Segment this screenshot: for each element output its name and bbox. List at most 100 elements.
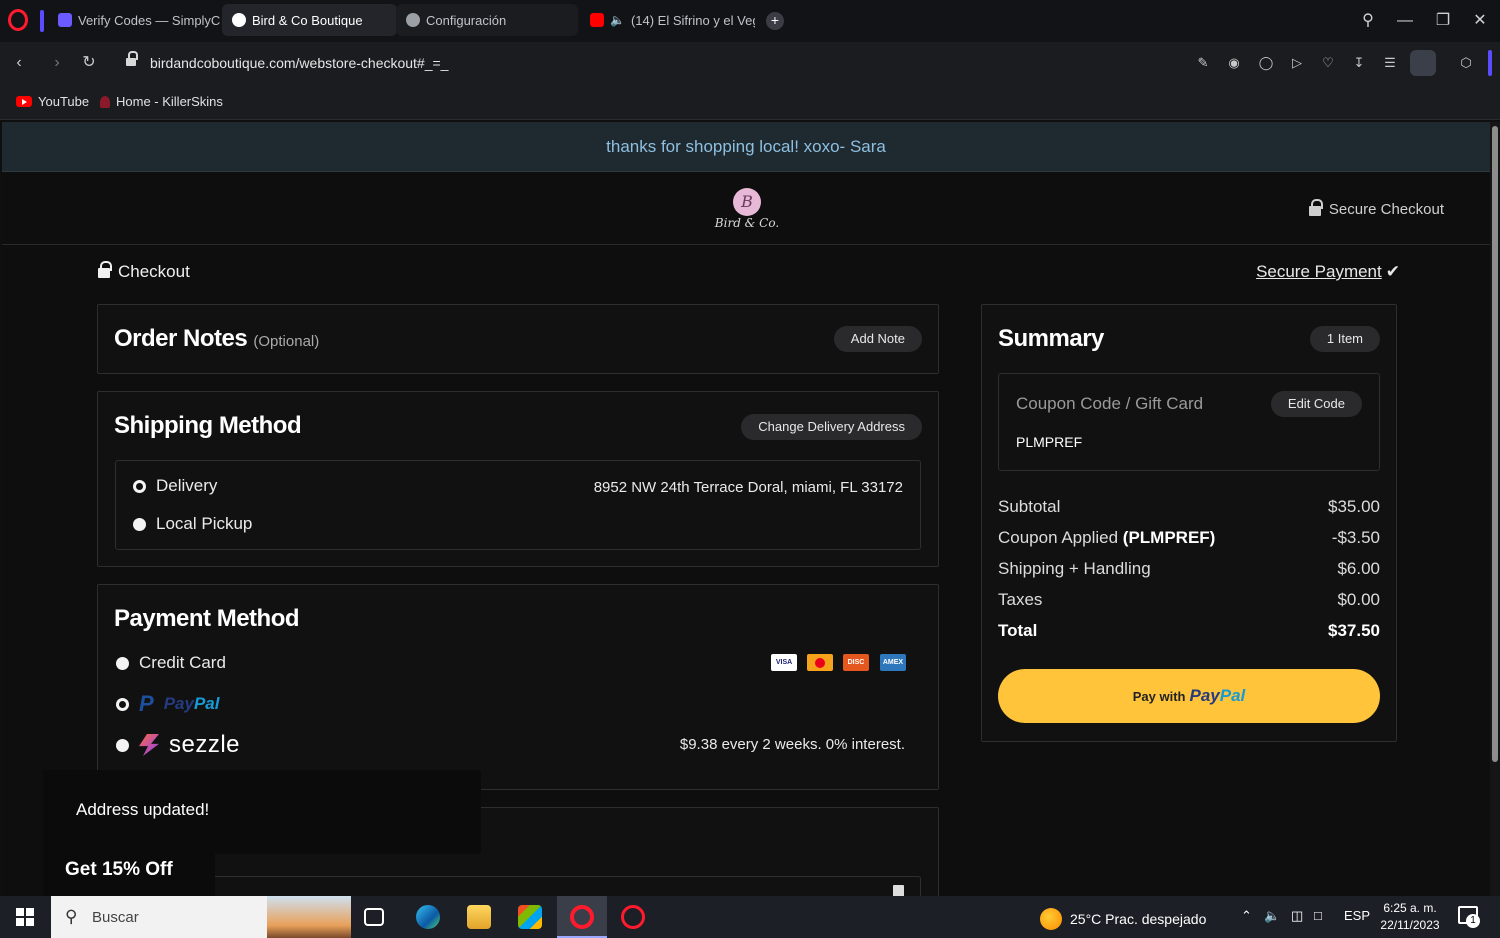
delivery-address: 8952 NW 24th Terrace Doral, miami, FL 33… <box>593 479 903 496</box>
taskbar-clock[interactable]: 6:25 a. m. 22/11/2023 <box>1372 900 1448 934</box>
payment-method-heading: Payment Method <box>114 605 300 632</box>
summary-row-total: Total $37.50 <box>998 621 1380 641</box>
option-label: Credit Card <box>139 653 226 672</box>
network-icon[interactable]: □ <box>1314 908 1322 923</box>
coupon-box: Coupon Code / Gift Card Edit Code PLMPRE… <box>998 373 1380 471</box>
coupon-input[interactable]: Coupon Code / Gift Card <box>1016 394 1203 414</box>
windows-start-icon[interactable] <box>16 908 34 926</box>
secure-payment-link[interactable]: Secure Payment ✔ <box>1256 262 1400 282</box>
lock-icon <box>98 260 112 280</box>
payment-option-credit-card[interactable]: Credit Card <box>116 653 226 673</box>
trash-icon[interactable] <box>893 885 904 896</box>
checkout-heading: Checkout <box>98 260 190 282</box>
summary-heading: Summary <box>998 325 1104 352</box>
opera-icon[interactable] <box>570 905 594 929</box>
total-label: Total <box>998 621 1038 640</box>
shield-icon[interactable]: ◯ <box>1257 54 1275 72</box>
taskbar-search[interactable]: ⚲ Buscar <box>51 896 351 938</box>
edit-icon[interactable]: ✎ <box>1194 54 1212 72</box>
volume-icon[interactable]: 🔈 <box>1264 908 1280 924</box>
edit-code-button[interactable]: Edit Code <box>1270 391 1362 417</box>
bookmark-killerskins[interactable]: Home - KillerSkins <box>100 94 223 109</box>
easy-setup-icon[interactable]: ☰ <box>1381 54 1399 72</box>
forward-button[interactable]: › <box>46 52 68 74</box>
shipping-method-card: Shipping Method Change Delivery Address … <box>97 391 939 567</box>
radio-selected[interactable] <box>116 697 129 711</box>
option-label: Delivery <box>156 476 218 495</box>
extensions-icon[interactable]: ⬡ <box>1457 54 1475 72</box>
restore-button[interactable]: ❐ <box>1432 10 1454 32</box>
page-scrollbar[interactable] <box>1490 122 1500 896</box>
store-logo-text: Bird & Co. <box>714 216 780 230</box>
checkout-page: thanks for shopping local! xoxo- Sara B … <box>2 122 1490 896</box>
row-value: $6.00 <box>1337 559 1380 578</box>
heart-icon[interactable]: ♡ <box>1319 54 1337 72</box>
shipping-option-local-pickup[interactable]: Local Pickup <box>133 514 252 534</box>
close-window-button[interactable]: ✕ <box>1469 10 1491 32</box>
announcement-bar: thanks for shopping local! xoxo- Sara <box>2 122 1490 172</box>
search-tabs-icon[interactable]: ⚲ <box>1357 10 1379 32</box>
new-tab-button[interactable]: + <box>766 12 784 30</box>
shipping-option-delivery[interactable]: Delivery <box>133 476 217 496</box>
back-button[interactable]: ‹ <box>8 52 30 74</box>
pay-with-paypal-button[interactable]: Pay with PayPal <box>998 669 1380 723</box>
order-notes-title: Order Notes <box>114 325 248 352</box>
radio-unselected[interactable] <box>116 656 129 670</box>
tab-verify-codes[interactable]: Verify Codes — SimplyCo <box>48 4 220 36</box>
payment-option-sezzle[interactable]: sezzle <box>116 731 240 759</box>
bookmarks-bar: YouTube Home - KillerSkins <box>0 84 1500 120</box>
sidebar-accent <box>1488 50 1492 76</box>
edge-icon[interactable] <box>416 905 440 929</box>
store-logo[interactable]: B <box>733 188 761 216</box>
change-delivery-address-button[interactable]: Change Delivery Address <box>741 414 922 440</box>
option-label: Local Pickup <box>156 514 253 533</box>
store-header: B Bird & Co. Secure Checkout <box>2 172 1490 245</box>
reload-button[interactable]: ↻ <box>78 52 100 74</box>
speaker-icon[interactable]: 🔈 <box>610 13 625 27</box>
scrollbar-thumb[interactable] <box>1492 126 1498 762</box>
summary-row-shipping: Shipping + Handling $6.00 <box>998 559 1380 579</box>
sezzle-wordmark: sezzle <box>169 731 241 758</box>
tab-bird-co[interactable]: Bird & Co Boutique <box>222 4 397 36</box>
send-icon[interactable]: ▷ <box>1288 54 1306 72</box>
order-summary-card: Summary 1 Item Coupon Code / Gift Card E… <box>981 304 1397 742</box>
bookmark-youtube[interactable]: YouTube <box>16 94 89 109</box>
checkout-title-text: Checkout <box>118 262 190 281</box>
card-brand-icons: VISA DISC AMEX <box>771 654 906 671</box>
language-indicator[interactable]: ESP <box>1344 908 1370 923</box>
download-icon[interactable]: ↧ <box>1350 54 1368 72</box>
add-note-button[interactable]: Add Note <box>833 326 922 352</box>
camera-icon[interactable]: ◉ <box>1225 54 1243 72</box>
row-value: $0.00 <box>1337 590 1380 609</box>
store-icon[interactable] <box>518 905 542 929</box>
paypal-pay: Pay <box>163 694 194 713</box>
order-notes-card: Order Notes (Optional) Add Note <box>97 304 939 374</box>
paypal-pal: Pal <box>193 694 220 713</box>
task-view-icon[interactable] <box>364 908 384 926</box>
url-text[interactable]: birdandcoboutique.com/webstore-checkout#… <box>150 55 448 71</box>
summary-row-taxes: Taxes $0.00 <box>998 590 1380 610</box>
sezzle-terms: $9.38 every 2 weeks. 0% interest. <box>679 736 905 753</box>
url-field[interactable]: birdandcoboutique.com/webstore-checkout#… <box>112 48 1446 78</box>
paypal-pal: Pal <box>1219 686 1246 705</box>
radio-unselected[interactable] <box>116 738 129 752</box>
profile-icon[interactable] <box>1410 50 1436 76</box>
opera-logo-icon[interactable] <box>8 9 28 31</box>
lock-icon <box>1308 198 1323 217</box>
search-icon: ⚲ <box>65 907 78 926</box>
toast-message: Address updated! <box>76 800 210 819</box>
file-explorer-icon[interactable] <box>467 905 491 929</box>
tab-youtube[interactable]: 🔈 (14) El Sifrino y el Veg <box>580 4 755 36</box>
chevron-up-icon[interactable]: ⌃ <box>1241 908 1252 924</box>
minimize-button[interactable]: — <box>1394 10 1416 32</box>
radio-selected[interactable] <box>133 479 146 493</box>
payment-option-paypal[interactable]: P PayPal <box>116 691 219 717</box>
discount-popup-tab[interactable]: Get 15% Off <box>43 842 215 896</box>
weather-widget[interactable]: 25°C Prac. despejado <box>1040 908 1206 930</box>
radio-unselected[interactable] <box>133 517 146 531</box>
opera-gx-icon[interactable] <box>621 905 645 929</box>
row-value: -$3.50 <box>1331 528 1380 547</box>
mail-icon <box>58 13 72 27</box>
tab-configuracion[interactable]: Configuración <box>396 4 578 36</box>
battery-icon[interactable]: ◫ <box>1291 908 1303 924</box>
